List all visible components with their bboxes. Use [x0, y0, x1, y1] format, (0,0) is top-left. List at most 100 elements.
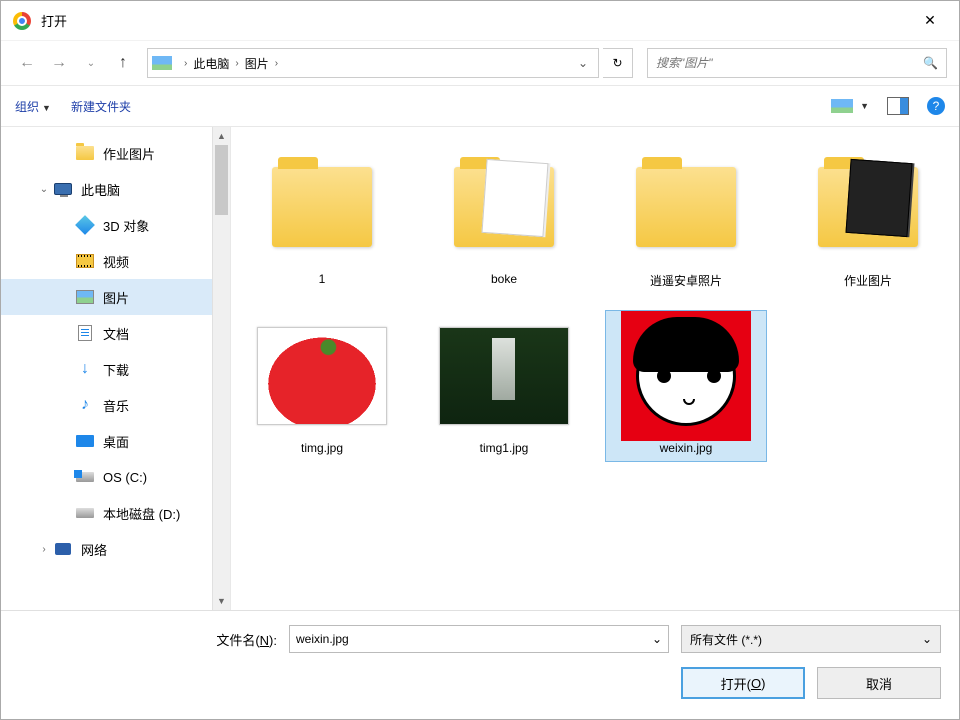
drive-icon	[75, 504, 95, 522]
search-input[interactable]	[656, 56, 923, 70]
nav-row: ← → ⌄ ↑ › 此电脑 › 图片 › ⌄ ↻ 🔍	[1, 41, 959, 85]
sidebar-item-label: 桌面	[103, 432, 129, 451]
sidebar-item-label: 音乐	[103, 396, 129, 415]
item-label: 1	[319, 272, 326, 286]
close-button[interactable]: ✕	[907, 2, 953, 40]
sidebar-item-network[interactable]: › 网络	[1, 531, 212, 567]
scroll-up-icon[interactable]: ▲	[213, 127, 230, 145]
filetype-select[interactable]: 所有文件 (*.*) ⌄	[681, 625, 941, 653]
pictures-icon	[152, 56, 172, 70]
sidebar-item-label: 本地磁盘 (D:)	[103, 504, 180, 523]
view-mode-button[interactable]: ▼	[831, 99, 869, 113]
item-label: timg1.jpg	[480, 441, 529, 455]
chevron-down-icon: ▼	[860, 101, 869, 111]
up-button[interactable]: ↑	[109, 49, 137, 77]
grid-item-folder[interactable]: boke	[423, 141, 585, 296]
filename-label: 文件名(N):	[216, 630, 277, 649]
desktop-icon	[75, 432, 95, 450]
sidebar-item-label: 文档	[103, 324, 129, 343]
collapse-icon[interactable]: ⌄	[35, 184, 53, 195]
expand-icon[interactable]: ›	[35, 544, 53, 555]
organize-button[interactable]: 组织▼	[15, 98, 51, 115]
document-icon	[75, 324, 95, 342]
item-label: 作业图片	[844, 272, 892, 289]
titlebar: 打开 ✕	[1, 1, 959, 41]
cancel-button[interactable]: 取消	[817, 667, 941, 699]
sidebar-item-label: 作业图片	[103, 144, 155, 163]
open-dialog: 打开 ✕ ← → ⌄ ↑ › 此电脑 › 图片 › ⌄ ↻ 🔍 组织▼ 新建文件…	[0, 0, 960, 720]
file-grid[interactable]: 1 boke 逍遥安卓照片 作业图片 timg.jpg	[231, 127, 959, 610]
help-button[interactable]: ?	[927, 97, 945, 115]
refresh-button[interactable]: ↻	[603, 48, 633, 78]
grid-item-image[interactable]: timg1.jpg	[423, 310, 585, 462]
dialog-title: 打开	[41, 11, 67, 30]
sidebar-item-label: 此电脑	[81, 180, 120, 199]
pictures-icon	[75, 288, 95, 306]
sidebar-item-label: 视频	[103, 252, 129, 271]
image-thumbnail	[257, 327, 387, 425]
back-button[interactable]: ←	[13, 49, 41, 77]
sidebar-item-videos[interactable]: 视频	[1, 243, 212, 279]
filename-input[interactable]: weixin.jpg ⌄	[289, 625, 669, 653]
filename-value: weixin.jpg	[296, 632, 652, 646]
folder-icon	[454, 167, 554, 247]
sidebar-item-drive-c[interactable]: OS (C:)	[1, 459, 212, 495]
chevron-right-icon: ›	[184, 58, 187, 69]
pc-icon	[53, 180, 73, 198]
address-bar[interactable]: › 此电脑 › 图片 › ⌄	[147, 48, 599, 78]
dialog-body: 作业图片 ⌄ 此电脑 3D 对象 视频	[1, 127, 959, 610]
grid-item-folder[interactable]: 作业图片	[787, 141, 949, 296]
open-button[interactable]: 打开(O)	[681, 667, 805, 699]
search-box[interactable]: 🔍	[647, 48, 947, 78]
organize-label: 组织	[15, 100, 39, 114]
chrome-icon	[13, 12, 31, 30]
item-label: weixin.jpg	[660, 441, 713, 455]
sidebar-item-desktop[interactable]: 桌面	[1, 423, 212, 459]
download-icon	[75, 360, 95, 378]
cube-icon	[75, 216, 95, 234]
nav-tree: 作业图片 ⌄ 此电脑 3D 对象 视频	[1, 127, 212, 575]
forward-button[interactable]: →	[45, 49, 73, 77]
sidebar-item-label: 3D 对象	[103, 216, 149, 235]
sidebar-item-3d-objects[interactable]: 3D 对象	[1, 207, 212, 243]
grid-item-folder[interactable]: 逍遥安卓照片	[605, 141, 767, 296]
breadcrumb-this-pc[interactable]: 此电脑	[193, 55, 229, 72]
grid-item-image[interactable]: weixin.jpg	[605, 310, 767, 462]
grid-item-image[interactable]: timg.jpg	[241, 310, 403, 462]
filetype-label: 所有文件 (*.*)	[690, 631, 762, 648]
grid-item-folder[interactable]: 1	[241, 141, 403, 296]
sidebar-item-pictures[interactable]: 图片	[1, 279, 212, 315]
folder-icon	[75, 144, 95, 162]
scroll-down-icon[interactable]: ▼	[213, 592, 230, 610]
preview-pane-button[interactable]	[887, 97, 909, 115]
drive-icon	[75, 468, 95, 486]
breadcrumb-pictures[interactable]: 图片	[245, 55, 269, 72]
recent-button[interactable]: ⌄	[77, 49, 105, 77]
scroll-thumb[interactable]	[215, 145, 228, 215]
new-folder-button[interactable]: 新建文件夹	[71, 98, 131, 115]
item-label: boke	[491, 272, 517, 286]
video-icon	[75, 252, 95, 270]
sidebar: 作业图片 ⌄ 此电脑 3D 对象 视频	[1, 127, 231, 610]
folder-icon	[636, 167, 736, 247]
folder-icon	[818, 167, 918, 247]
sidebar-item-homework-pics[interactable]: 作业图片	[1, 135, 212, 171]
sidebar-item-label: 下载	[103, 360, 129, 379]
chevron-down-icon[interactable]: ⌄	[652, 632, 662, 646]
sidebar-item-downloads[interactable]: 下载	[1, 351, 212, 387]
sidebar-item-music[interactable]: 音乐	[1, 387, 212, 423]
sidebar-item-this-pc[interactable]: ⌄ 此电脑	[1, 171, 212, 207]
item-label: timg.jpg	[301, 441, 343, 455]
folder-icon	[272, 167, 372, 247]
sidebar-item-drive-d[interactable]: 本地磁盘 (D:)	[1, 495, 212, 531]
dialog-footer: 文件名(N): weixin.jpg ⌄ 所有文件 (*.*) ⌄ 打开(O) …	[1, 610, 959, 719]
image-thumbnail	[621, 311, 751, 441]
sidebar-scrollbar[interactable]: ▲ ▼	[212, 127, 230, 610]
address-dropdown[interactable]: ⌄	[572, 56, 594, 70]
chevron-down-icon: ▼	[42, 103, 51, 113]
chevron-right-icon: ›	[275, 58, 278, 69]
sidebar-item-label: 网络	[81, 540, 107, 559]
sidebar-item-documents[interactable]: 文档	[1, 315, 212, 351]
chevron-right-icon: ›	[235, 58, 238, 69]
search-icon[interactable]: 🔍	[923, 56, 938, 70]
